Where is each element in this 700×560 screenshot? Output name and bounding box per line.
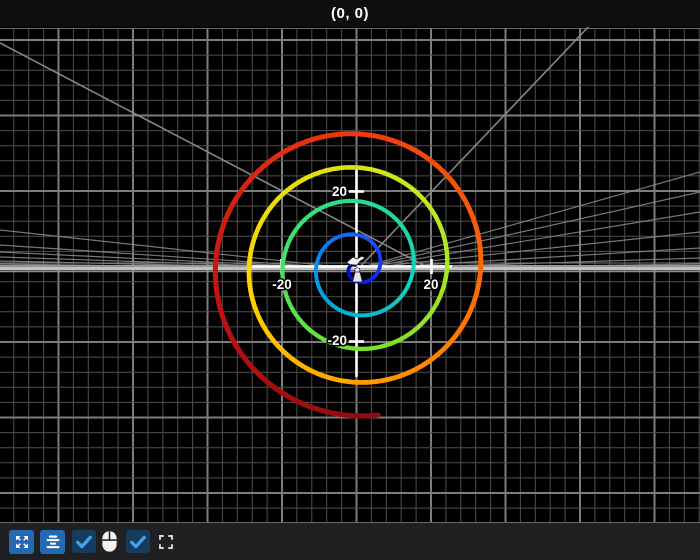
fullscreen-button[interactable] (154, 530, 177, 554)
axis-tick-label: -20 (327, 333, 347, 348)
axis-tick-label: 20 (332, 184, 347, 199)
checkbox-option-2[interactable] (126, 530, 150, 553)
align-center-icon (46, 535, 59, 548)
plot-window: 20 -20 -20 20 (0, 0) (0, 0, 700, 560)
checkmark-icon (76, 535, 92, 548)
checkmark-icon (130, 535, 146, 548)
toolbar (0, 523, 700, 560)
mouse-indicator[interactable] (98, 530, 121, 554)
axis-tick-label: -20 (272, 277, 292, 292)
mouse-icon (102, 531, 117, 552)
expand-arrows-icon (15, 535, 28, 548)
center-lines-button[interactable] (40, 529, 65, 554)
plot-canvas[interactable]: 20 -20 -20 20 (0, 0, 700, 560)
origin-coordinates-label: (0, 0) (330, 5, 369, 22)
titlebar: (0, 0) (0, 0, 700, 27)
checkbox-option-1[interactable] (72, 530, 96, 553)
pan-button[interactable] (9, 529, 34, 554)
axis-tick-label: 20 (423, 277, 438, 292)
fullscreen-icon (158, 534, 173, 549)
